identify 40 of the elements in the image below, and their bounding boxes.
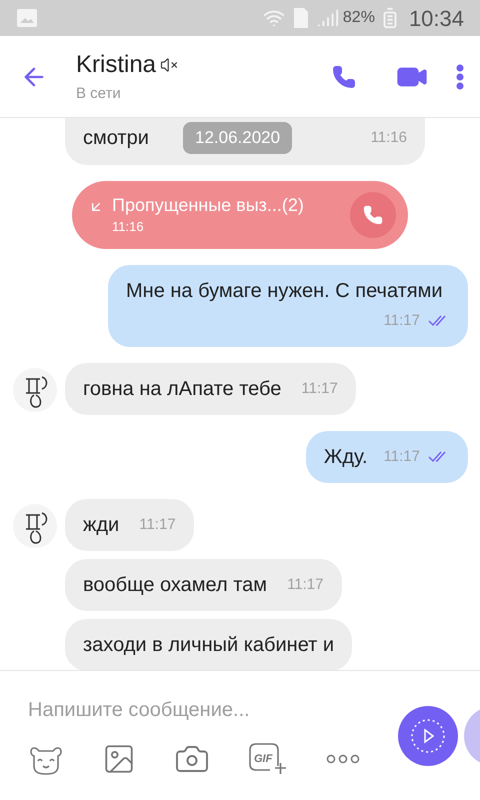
message-text: Мне на бумаге нужен. С печатями xyxy=(126,279,443,304)
call-back-button[interactable] xyxy=(350,192,396,238)
message-time: 11:17 xyxy=(384,310,420,331)
message-text: жди xyxy=(83,513,120,538)
incoming-message[interactable]: вообще охамел там 11:17 xyxy=(65,559,342,611)
more-options-button[interactable] xyxy=(456,64,464,90)
incoming-message[interactable]: жди 11:17 xyxy=(65,499,194,551)
message-input[interactable]: Напишите сообщение... xyxy=(28,694,368,724)
incoming-message[interactable]: говна на лАпате тебе 11:17 xyxy=(65,363,356,415)
more-icon[interactable] xyxy=(326,754,360,764)
message-time: 11:17 xyxy=(287,575,324,595)
message-text: заходи в личный кабинет и xyxy=(83,633,334,658)
message-time: 11:16 xyxy=(370,128,407,148)
contact-status: В сети xyxy=(76,84,122,104)
picture-notification-icon xyxy=(16,8,38,28)
outgoing-message[interactable]: Мне на бумаге нужен. С печатями 11:17 xyxy=(108,265,468,347)
menu-icon xyxy=(456,64,464,90)
incoming-message[interactable]: заходи в личный кабинет и xyxy=(65,619,352,670)
message-text: вообще охамел там xyxy=(83,573,268,598)
battery-percent: 82% xyxy=(342,8,375,28)
message-time: 11:16 xyxy=(112,218,145,236)
signal-icon xyxy=(316,7,339,29)
record-video-icon xyxy=(410,718,446,754)
sim-card-icon xyxy=(292,7,309,29)
message-time: 11:17 xyxy=(139,515,176,535)
message-time: 11:17 xyxy=(384,446,420,467)
avatar-icon[interactable] xyxy=(12,503,58,549)
message-text: смотри xyxy=(83,126,149,151)
date-chip: 12.06.2020 xyxy=(183,122,292,154)
outgoing-message[interactable]: Жду. 11:17 xyxy=(306,431,468,483)
call-button[interactable] xyxy=(332,64,356,88)
message-text: Жду. xyxy=(324,445,368,470)
clock: 10:34 xyxy=(408,4,464,32)
contact-name: Kristina xyxy=(76,50,156,80)
message-time: 11:17 xyxy=(301,379,338,399)
missed-call-text: Пропущенные выз...(2) xyxy=(112,194,305,218)
message-text: говна на лАпате тебе xyxy=(83,377,282,402)
avatar-icon[interactable] xyxy=(12,367,58,413)
phone-icon xyxy=(332,64,356,88)
phone-icon xyxy=(363,205,383,225)
